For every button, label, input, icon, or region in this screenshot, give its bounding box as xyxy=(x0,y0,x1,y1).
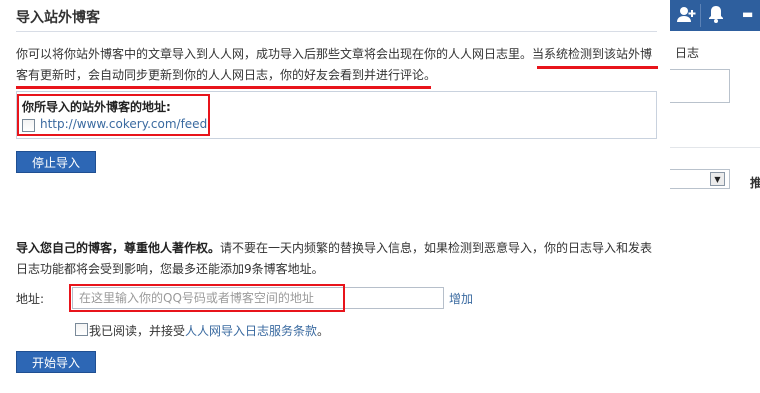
intro-text: 你可以将你站外博客中的文章导入到人人网，成功导入后那些文章将会出现在你的人人网日… xyxy=(16,44,660,86)
add-address-link[interactable]: 增加 xyxy=(449,290,473,307)
page-title: 导入站外博客 xyxy=(16,10,100,26)
agree-text: 我已阅读，并接受人人网导入日志服务条款。 xyxy=(89,322,329,339)
highlight-underline-1 xyxy=(537,66,658,69)
address-input-highlight xyxy=(69,284,345,312)
agree-suffix: 。 xyxy=(317,324,330,338)
agree-checkbox[interactable] xyxy=(75,323,88,336)
dropdown-arrow-icon[interactable]: ▼ xyxy=(710,172,725,186)
start-import-button[interactable]: 开始导入 xyxy=(16,351,96,373)
stop-import-button[interactable]: 停止导入 xyxy=(16,151,96,173)
nav-more-icon[interactable]: ▬ xyxy=(742,5,753,23)
feed-url-link[interactable]: http://www.cokery.com/feed xyxy=(40,117,207,131)
intro-text-part1: 你可以将你站外博客中的文章导入到人人网，成功导入后那些文章将会出现在你的人人网日… xyxy=(16,47,653,61)
right-panel-textbox[interactable] xyxy=(670,69,730,103)
right-panel-side-text: 推 xyxy=(750,176,760,190)
nav-divider xyxy=(700,4,701,27)
feed-checkbox[interactable] xyxy=(22,119,35,132)
title-divider xyxy=(16,31,657,32)
current-feed-label: 你所导入的站外博客的地址: xyxy=(22,100,171,114)
terms-link[interactable]: 人人网导入日志服务条款 xyxy=(185,324,317,338)
own-blog-heading: 导入您自己的博客，尊重他人著作权。 xyxy=(16,241,221,255)
intro-text-part2: 客有更新时，会自动同步更新到你的人人网日志，你的好友会看到并进行评论。 xyxy=(16,68,437,82)
notification-bell-icon[interactable] xyxy=(708,5,724,27)
address-label: 地址: xyxy=(16,292,45,306)
own-blog-description: 导入您自己的博客，尊重他人著作权。请不要在一天内频繁的替换导入信息，如果检测到恶… xyxy=(16,238,656,280)
agree-prefix: 我已阅读，并接受 xyxy=(89,324,186,338)
right-panel-fragment: 日志 xyxy=(675,46,700,60)
highlight-underline-2 xyxy=(16,86,431,89)
add-friend-icon[interactable] xyxy=(676,5,696,27)
right-panel-divider xyxy=(670,147,760,148)
